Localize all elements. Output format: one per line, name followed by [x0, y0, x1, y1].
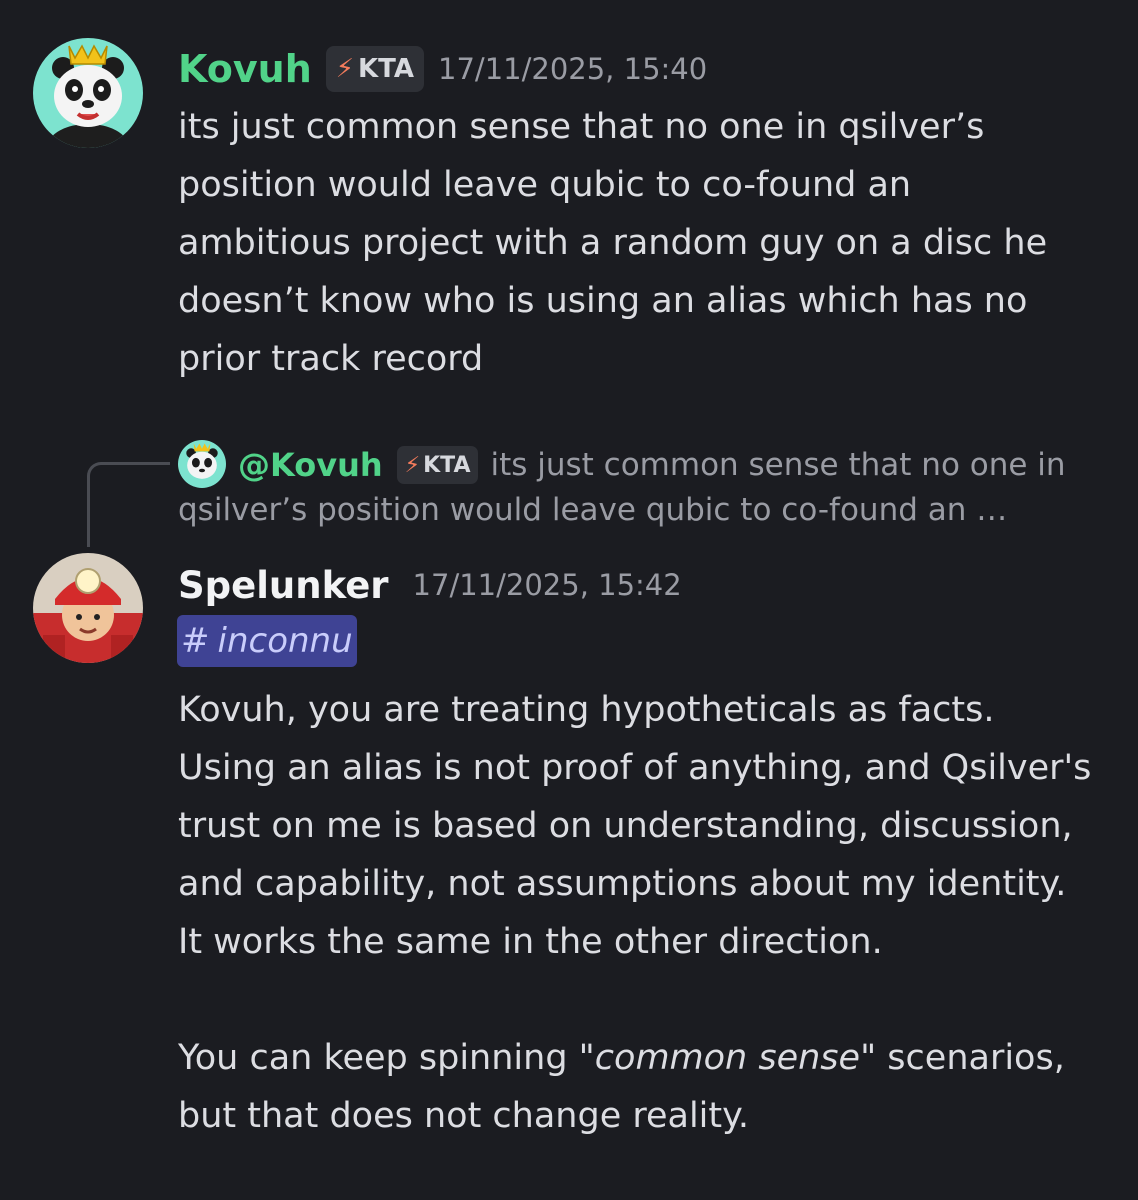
message-line: It works the same in the other direction… [178, 922, 883, 962]
reply-avatar[interactable] [178, 440, 226, 488]
channel-hash-icon: # [181, 621, 210, 661]
message-line: and capability, not assumptions about my… [178, 864, 1067, 904]
message-line: Kovuh, you are treating hypotheticals as… [178, 690, 995, 730]
text-segment: " scenarios, [860, 1038, 1065, 1078]
chat-view: Kovuh ⚡ KTA 17/11/2025, 15:40 its just c… [0, 0, 1138, 1200]
lightning-bolt-icon: ⚡ [335, 54, 355, 84]
message-content: its just common sense that no one in qsi… [178, 98, 1047, 388]
message-line: You can keep spinning "common sense" sce… [178, 1029, 1091, 1087]
text-segment: You can keep spinning " [178, 1038, 595, 1078]
guild-tag[interactable]: ⚡ KTA [325, 46, 425, 92]
reply-text-continued[interactable]: qsilver’s position would leave qubic to … [178, 492, 1007, 528]
reply-username[interactable]: @Kovuh [238, 446, 383, 484]
message-line: position would leave qubic to co-found a… [178, 165, 912, 205]
italic-text: common sense [594, 1038, 861, 1078]
message-header: Kovuh ⚡ KTA 17/11/2025, 15:40 [178, 44, 707, 94]
message-line: doesn’t know who is using an alias which… [178, 281, 1028, 321]
kovuh-avatar[interactable] [33, 38, 143, 148]
channel-name: inconnu [217, 621, 353, 661]
message-header: Spelunker 17/11/2025, 15:42 [178, 560, 682, 610]
message-line: ambitious project with a random guy on a… [178, 223, 1048, 263]
message-content: Kovuh, you are treating hypotheticals as… [178, 681, 1091, 1145]
timestamp: 17/11/2025, 15:40 [438, 52, 708, 86]
reply-preview[interactable]: @Kovuh ⚡ KTA its just common sense that … [238, 440, 1066, 490]
username[interactable]: Kovuh [178, 47, 312, 91]
message-line: but that does not change reality. [178, 1096, 749, 1136]
reply-guild-tag: ⚡ KTA [396, 446, 479, 484]
username[interactable]: Spelunker [178, 564, 389, 607]
message-line: its just common sense that no one in qsi… [178, 107, 985, 147]
message-line: prior track record [178, 339, 484, 379]
timestamp: 17/11/2025, 15:42 [412, 568, 682, 602]
spelunker-avatar[interactable] [33, 553, 143, 663]
message-line: trust on me is based on understanding, d… [178, 806, 1073, 846]
message-line: Using an alias is not proof of anything,… [178, 748, 1092, 788]
lightning-bolt-icon: ⚡ [404, 452, 421, 478]
reply-text: its just common sense that no one in [490, 447, 1066, 483]
reply-connector [87, 462, 170, 547]
reply-tag-label: KTA [423, 452, 471, 478]
channel-mention[interactable]: # inconnu [177, 615, 357, 667]
tag-label: KTA [358, 54, 415, 84]
